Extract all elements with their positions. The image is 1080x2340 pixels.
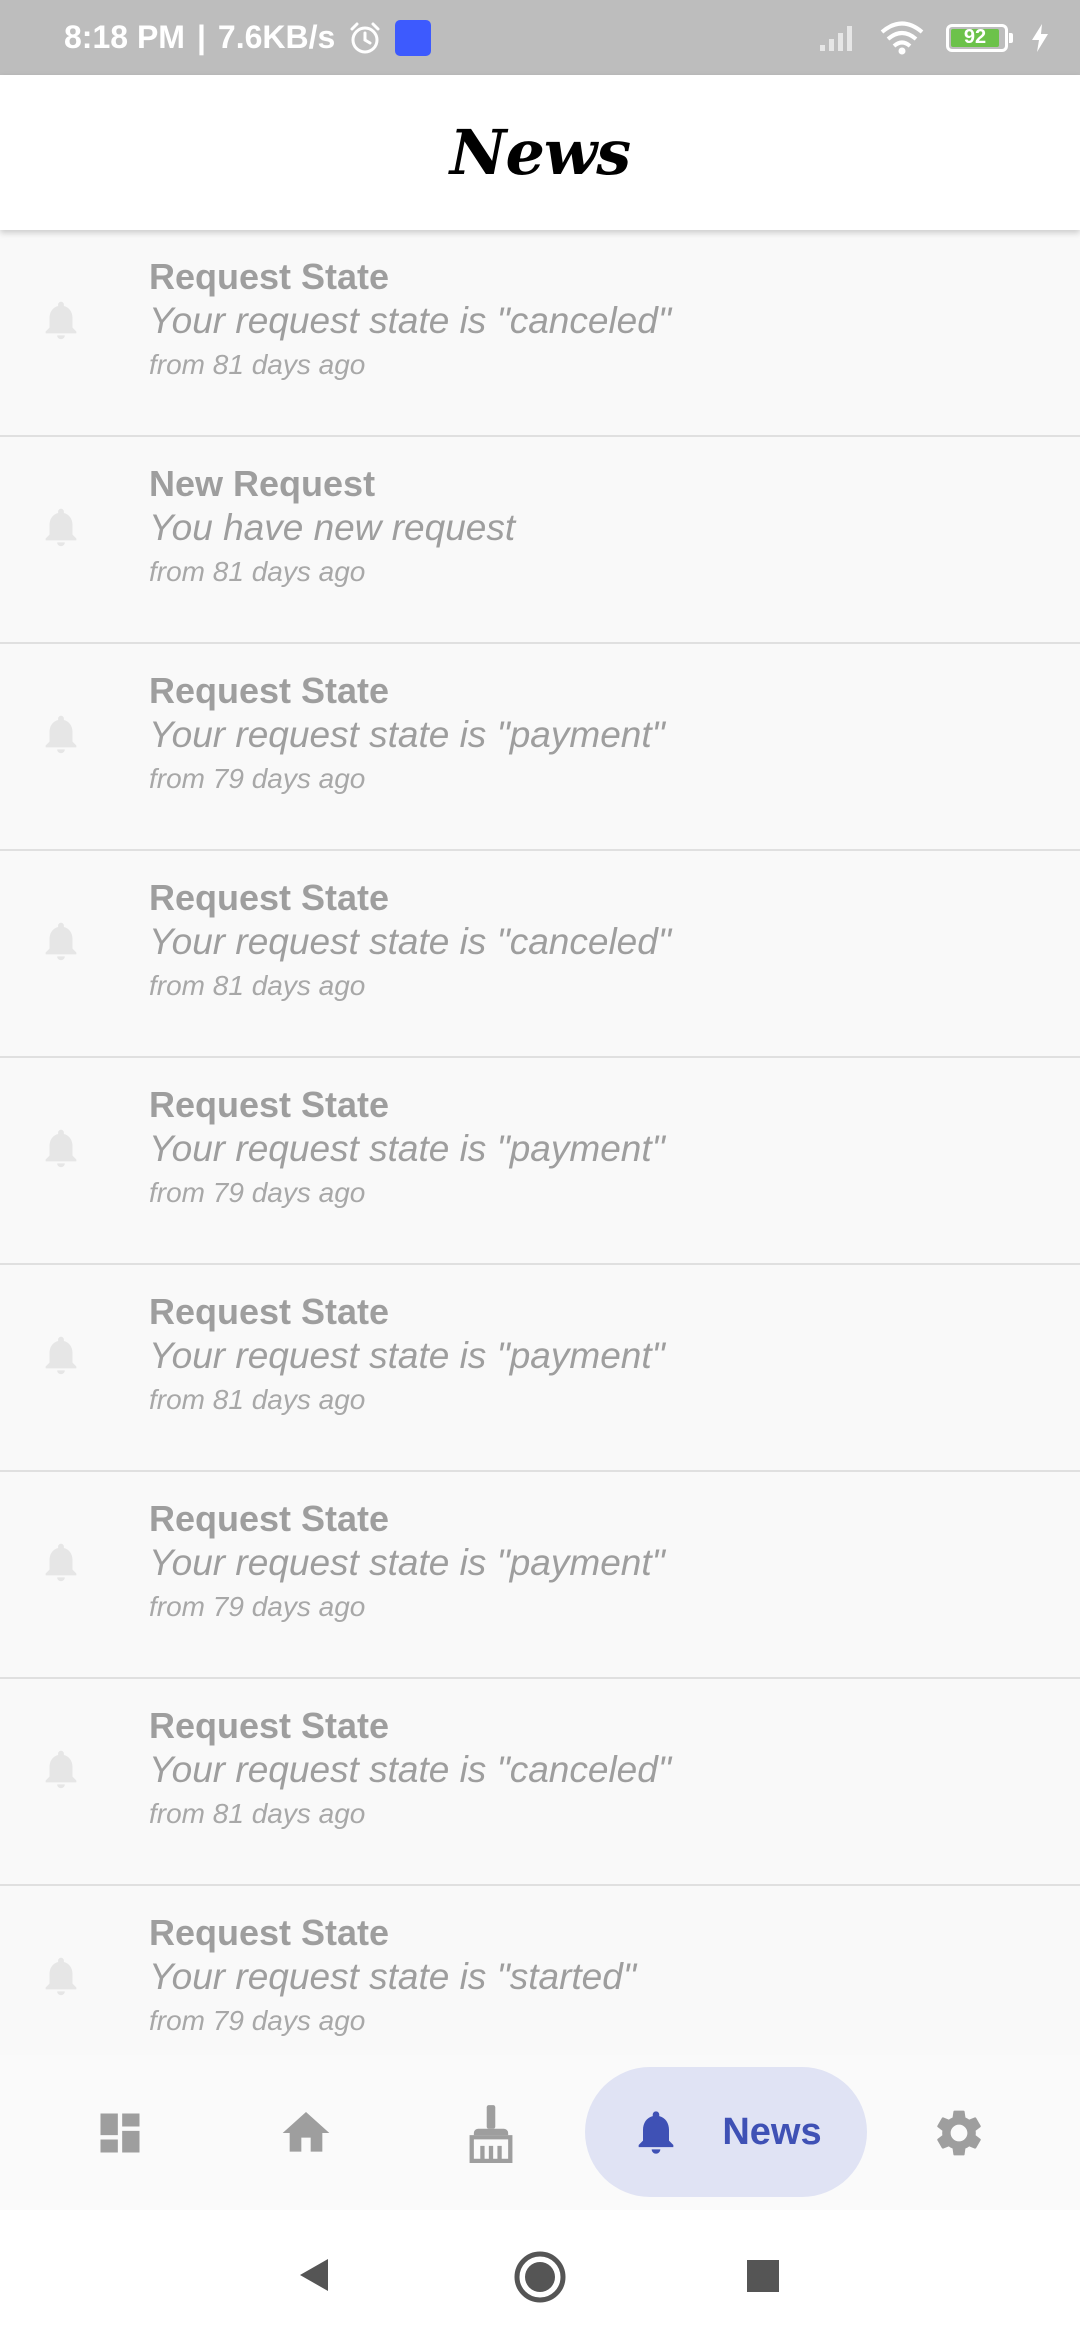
news-message: Your request state is "payment" (149, 1335, 665, 1376)
news-time: from 81 days ago (149, 349, 366, 380)
bell-icon (639, 2111, 674, 2154)
news-time: from 81 days ago (149, 1798, 366, 1829)
nav-news-label: News (722, 2110, 822, 2153)
dashboard-icon (100, 2113, 140, 2152)
recents-icon[interactable] (745, 2258, 781, 2294)
page-title: News (449, 116, 631, 189)
news-title: Request State (149, 1912, 390, 1953)
home-icon (282, 2111, 330, 2152)
bell-icon (45, 301, 77, 340)
gear-icon (937, 2110, 981, 2155)
bell-icon (45, 1543, 77, 1582)
news-time: from 81 days ago (149, 1384, 366, 1415)
news-title: Request State (149, 1291, 390, 1332)
bottom-nav: News (0, 2055, 1080, 2210)
wifi-icon (880, 21, 924, 54)
news-time: from 79 days ago (149, 1591, 366, 1622)
news-title: Request State (149, 1084, 390, 1125)
nav-news[interactable]: News (585, 2067, 867, 2197)
status-speed: 7.6KB/s (217, 19, 336, 55)
news-title: New Request (149, 463, 376, 504)
news-time: from 79 days ago (149, 1177, 366, 1208)
news-message: Your request state is "payment" (149, 1542, 665, 1583)
nav-dashboard[interactable] (80, 2055, 160, 2210)
nav-cleaning[interactable] (451, 2055, 531, 2210)
news-time: from 81 days ago (149, 556, 366, 587)
news-time: from 79 days ago (149, 763, 366, 794)
news-message: Your request state is "started" (149, 1956, 636, 1997)
status-separator: | (196, 19, 206, 55)
status-time: 8:18 PM (64, 19, 185, 55)
status-bar: 8:18 PM | 7.6KB/s 92 (0, 0, 1080, 75)
news-title: Request State (149, 256, 390, 297)
news-title: Request State (149, 877, 390, 918)
news-time: from 81 days ago (149, 970, 366, 1001)
nav-settings[interactable] (919, 2055, 999, 2210)
news-list[interactable]: Request State Your request state is "can… (0, 230, 1080, 2055)
news-item[interactable]: Request State Your request state is "pay… (0, 1472, 1080, 1679)
notification-app-icon (395, 19, 432, 56)
bell-icon (45, 508, 77, 547)
news-title: Request State (149, 670, 390, 711)
news-title: Request State (149, 1498, 390, 1539)
news-time: from 79 days ago (149, 2005, 366, 2036)
system-nav (0, 2210, 1080, 2340)
news-message: Your request state is "payment" (149, 1128, 665, 1169)
news-message: Your request state is "canceled" (149, 300, 671, 341)
nav-home[interactable] (266, 2055, 346, 2210)
battery-icon: 92 (946, 23, 1013, 52)
app-header: News (0, 75, 1080, 230)
news-message: Your request state is "canceled" (149, 1749, 671, 1790)
charging-icon (1032, 23, 1048, 52)
news-item[interactable]: Request State Your request state is "pay… (0, 1058, 1080, 1265)
news-title: Request State (149, 1705, 390, 1746)
bell-icon (45, 1129, 77, 1168)
news-item[interactable]: Request State Your request state is "can… (0, 851, 1080, 1058)
status-right: 92 (818, 0, 1050, 75)
news-message: Your request state is "payment" (149, 714, 665, 755)
bell-icon (45, 1336, 77, 1375)
bell-icon (45, 1750, 77, 1789)
signal-icon (820, 25, 852, 51)
news-message: You have new request (149, 507, 516, 548)
news-item[interactable]: Request State Your request state is "can… (0, 1679, 1080, 1886)
news-message: Your request state is "canceled" (149, 921, 671, 962)
news-item[interactable]: New Request You have new request from 81… (0, 437, 1080, 644)
back-icon[interactable] (294, 2255, 334, 2295)
bell-icon (45, 1957, 77, 1996)
news-item[interactable]: Request State Your request state is "can… (0, 230, 1080, 437)
bell-icon (45, 922, 77, 961)
battery-level: 92 (951, 26, 999, 48)
news-item[interactable]: Request State Your request state is "pay… (0, 1265, 1080, 1472)
news-item[interactable]: Request State Your request state is "pay… (0, 644, 1080, 851)
broom-icon (469, 2104, 513, 2163)
status-left: 8:18 PM | 7.6KB/s (64, 0, 432, 75)
home-circle-icon[interactable] (513, 2250, 567, 2304)
alarm-icon (350, 22, 380, 53)
bell-icon (45, 715, 77, 754)
news-item[interactable]: Request State Your request state is "sta… (0, 1886, 1080, 2055)
